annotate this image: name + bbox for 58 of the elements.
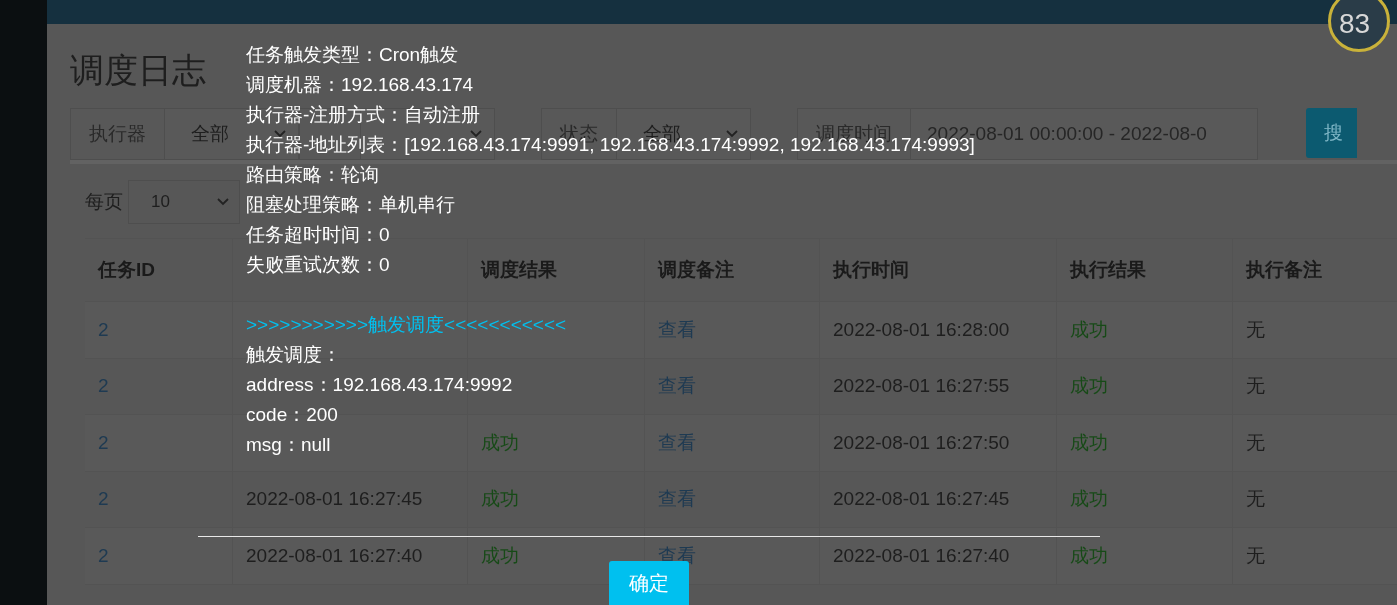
chevron-down-icon bbox=[470, 130, 482, 138]
view-link[interactable]: 查看 bbox=[658, 486, 696, 513]
log-line: 任务超时时间：0 bbox=[246, 224, 390, 245]
table-cell: 2022-08-01 16:27:40 bbox=[833, 544, 1010, 567]
confirm-button[interactable]: 确定 bbox=[609, 561, 689, 605]
log-line: 任务触发类型：Cron触发 bbox=[246, 44, 459, 65]
chevron-down-icon bbox=[274, 130, 286, 138]
column-header: 执行备注 bbox=[1246, 258, 1322, 282]
log-line: code：200 bbox=[246, 404, 338, 425]
log-line: address：192.168.43.174:9992 bbox=[246, 374, 513, 395]
job-id-link[interactable]: 2 bbox=[98, 375, 109, 398]
page-title: 调度日志 bbox=[70, 50, 206, 91]
table-cell-text: 无 bbox=[1246, 374, 1265, 399]
log-line: 执行器-注册方式：自动注册 bbox=[246, 104, 481, 125]
table-cell-text: 无 bbox=[1246, 543, 1265, 568]
search-button[interactable]: 搜 bbox=[1306, 108, 1357, 158]
table-cell-text: 无 bbox=[1246, 430, 1265, 455]
log-line: 失败重试次数：0 bbox=[246, 254, 390, 275]
column-header: 执行时间 bbox=[833, 258, 909, 282]
job-id-link[interactable]: 2 bbox=[98, 318, 109, 341]
job-id-link[interactable]: 2 bbox=[98, 544, 109, 567]
table-cell-text: 无 bbox=[1246, 487, 1265, 512]
job-id-link[interactable]: 2 bbox=[98, 431, 109, 454]
status-text: 成功 bbox=[1070, 543, 1108, 568]
log-line: 阻塞处理策略：单机串行 bbox=[246, 194, 455, 215]
column-header: 调度备注 bbox=[658, 258, 734, 282]
status-text: 成功 bbox=[1070, 374, 1108, 399]
chevron-down-icon bbox=[217, 198, 229, 206]
table-cell: 2022-08-01 16:27:40 bbox=[246, 544, 423, 567]
table-cell: 2022-08-01 16:27:55 bbox=[833, 375, 1010, 398]
view-link[interactable]: 查看 bbox=[658, 316, 696, 343]
log-line: 路由策略：轮询 bbox=[246, 164, 379, 185]
table-cell: 2022-08-01 16:27:45 bbox=[246, 488, 423, 511]
table-cell: 2022-08-01 16:28:00 bbox=[833, 318, 1010, 341]
status-text: 成功 bbox=[481, 543, 519, 568]
log-line: 调度机器：192.168.43.174 bbox=[246, 74, 474, 95]
status-text: 成功 bbox=[1070, 317, 1108, 342]
column-header: 任务ID bbox=[98, 258, 155, 282]
log-line: 触发调度： bbox=[246, 344, 341, 365]
chevron-down-icon bbox=[726, 130, 738, 138]
page-size-value[interactable]: 10 bbox=[151, 192, 170, 212]
column-header: 执行结果 bbox=[1070, 258, 1146, 282]
status-text: 成功 bbox=[481, 487, 519, 512]
view-link[interactable]: 查看 bbox=[658, 373, 696, 400]
table-cell: 2022-08-01 16:27:50 bbox=[833, 431, 1010, 454]
page-size-label: 每页 bbox=[85, 190, 123, 214]
filter-select-value[interactable]: 全部 bbox=[191, 121, 229, 147]
log-line: msg：null bbox=[246, 434, 331, 455]
status-text: 成功 bbox=[481, 430, 519, 455]
column-header: 调度结果 bbox=[481, 258, 557, 282]
job-id-link[interactable]: 2 bbox=[98, 488, 109, 511]
table-cell: 2022-08-01 16:27:45 bbox=[833, 488, 1010, 511]
log-heading: >>>>>>>>>>>触发调度<<<<<<<<<<< bbox=[246, 314, 567, 335]
status-text: 成功 bbox=[1070, 430, 1108, 455]
status-text: 成功 bbox=[1070, 487, 1108, 512]
table-cell-text: 无 bbox=[1246, 317, 1265, 342]
score-badge: 83 bbox=[1328, 0, 1390, 52]
view-link[interactable]: 查看 bbox=[658, 429, 696, 456]
